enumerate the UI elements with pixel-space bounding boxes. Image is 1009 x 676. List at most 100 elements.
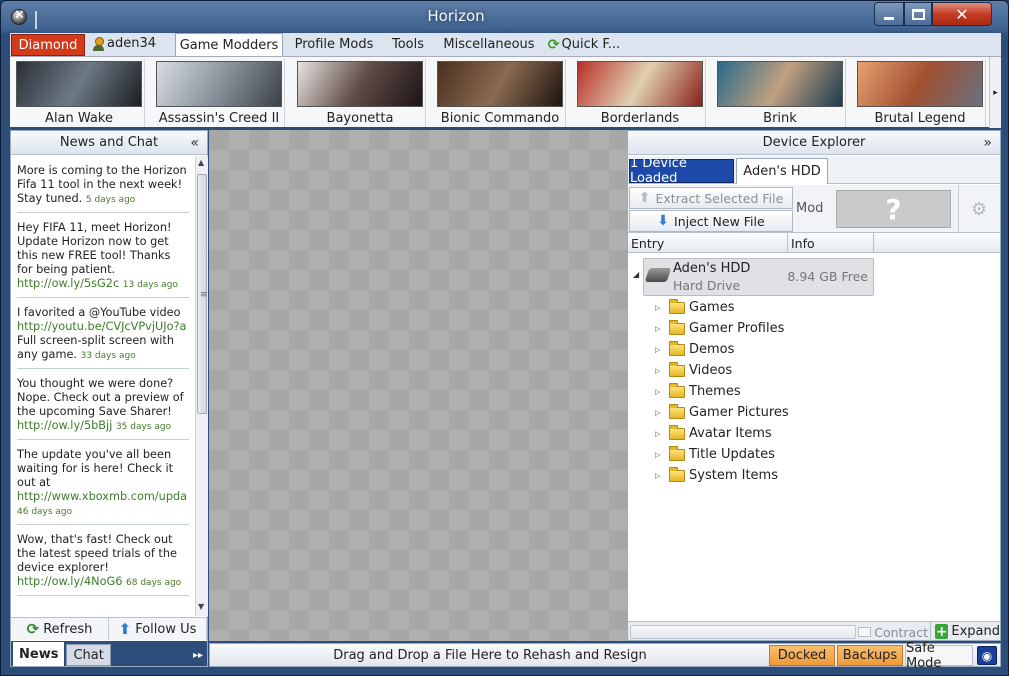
safe-mode-button[interactable]: Safe Mode: [905, 641, 973, 671]
game-tile[interactable]: Borderlands: [574, 59, 706, 127]
tab-profile-mods[interactable]: Profile Mods: [288, 33, 380, 56]
expand-triangle-icon[interactable]: ▷: [655, 304, 669, 312]
expand-button[interactable]: + Expand: [930, 622, 1000, 641]
tab-tools[interactable]: Tools: [383, 33, 433, 56]
expand-triangle-icon[interactable]: ▷: [655, 472, 669, 480]
collapse-right-icon[interactable]: »: [983, 135, 992, 151]
gear-icon[interactable]: ⚙: [971, 199, 987, 220]
tab-device-hdd[interactable]: Aden's HDD: [736, 158, 828, 184]
close-button[interactable]: ✕: [932, 2, 992, 26]
game-strip: Alan Wake Assassin's Creed II Bayonetta …: [10, 56, 1001, 128]
collapse-triangle-icon[interactable]: ◢: [633, 270, 639, 279]
file-drop-area[interactable]: [209, 130, 627, 641]
column-entry[interactable]: Entry: [628, 233, 788, 253]
column-info[interactable]: Info: [788, 233, 874, 253]
tab-news[interactable]: News: [13, 642, 65, 666]
extract-file-button[interactable]: ⬆ Extract Selected File: [629, 187, 793, 209]
game-thumbnail: [16, 61, 142, 107]
hard-drive-icon: [644, 268, 672, 282]
collapse-left-icon[interactable]: «: [190, 135, 199, 151]
news-item: I favorited a @YouTube video http://yout…: [17, 298, 189, 369]
folder-label: Avatar Items: [689, 426, 772, 441]
mod-label: Mod: [796, 201, 824, 216]
tree-root-hdd[interactable]: Aden's HDD Hard Drive 8.94 GB Free: [643, 258, 874, 296]
game-tile[interactable]: Brink: [714, 59, 846, 127]
news-text: Hey FIFA 11, meet Horizon! Update Horizo…: [17, 221, 172, 276]
maximize-button[interactable]: [904, 2, 932, 26]
horizontal-scrollbar[interactable]: [630, 625, 856, 639]
folder-icon: [669, 361, 685, 377]
title-bar[interactable]: Horizon ✕: [1, 1, 1008, 31]
expand-triangle-icon[interactable]: ▷: [655, 367, 669, 375]
news-feed[interactable]: More is coming to the Horizon Fifa 11 to…: [11, 156, 195, 616]
extract-label: Extract Selected File: [655, 190, 784, 206]
shield-icon[interactable]: ◉: [977, 646, 997, 665]
game-tile[interactable]: Bayonetta: [294, 59, 426, 127]
news-text: You thought we were done? Nope. Check ou…: [17, 377, 184, 418]
tree-folder[interactable]: ▷ Avatar Items: [655, 423, 772, 444]
expand-triangle-icon[interactable]: ▷: [655, 325, 669, 333]
news-text: Wow, that's fast! Check out the latest s…: [17, 533, 177, 574]
expand-triangle-icon[interactable]: ▷: [655, 409, 669, 417]
device-panel-header: Device Explorer »: [628, 131, 1000, 155]
user-info[interactable]: aden34: [92, 36, 156, 51]
contract-button[interactable]: Contract: [858, 623, 928, 641]
refresh-button[interactable]: ⟳ Refresh: [11, 618, 109, 640]
expand-triangle-icon[interactable]: ▷: [655, 451, 669, 459]
hdd-free-space: 8.94 GB Free: [787, 269, 868, 284]
news-age: 13 days ago: [122, 280, 178, 290]
folder-label: Games: [689, 300, 735, 315]
scroll-down-icon[interactable]: ▼: [198, 602, 204, 611]
tab-quick-functions[interactable]: ⟳ Quick F...: [546, 33, 622, 56]
expand-triangle-icon[interactable]: ▷: [655, 388, 669, 396]
news-link[interactable]: http://www.xboxmb.com/upda: [17, 490, 187, 503]
game-thumbnail: [717, 61, 843, 107]
game-label: Brink: [763, 111, 797, 126]
game-thumbnail: [437, 61, 563, 107]
expand-triangle-icon[interactable]: ▷: [655, 346, 669, 354]
tab-game-modders[interactable]: Game Modders: [175, 33, 283, 57]
refresh-icon: ⟳: [547, 36, 560, 53]
follow-us-button[interactable]: ⬆ Follow Us: [109, 618, 207, 640]
folder-icon: [669, 466, 685, 482]
game-tile[interactable]: Brutal Legend: [854, 59, 986, 127]
folder-label: Gamer Pictures: [689, 405, 789, 420]
tree-folder[interactable]: ▷ Gamer Pictures: [655, 402, 789, 423]
game-label: Alan Wake: [45, 111, 113, 126]
device-tabs: 1 Device Loaded Aden's HDD: [628, 156, 1000, 186]
backups-button[interactable]: Backups: [837, 645, 903, 666]
minimize-button[interactable]: [874, 2, 904, 26]
tree-folder[interactable]: ▷ Themes: [655, 381, 741, 402]
tree-folder[interactable]: ▷ Games: [655, 297, 734, 318]
tree-folder[interactable]: ▷ Title Updates: [655, 444, 775, 465]
news-link[interactable]: http://ow.ly/4NoG6: [17, 575, 122, 588]
inject-file-button[interactable]: ⬇ Inject New File: [629, 210, 793, 232]
docked-button[interactable]: Docked: [769, 645, 835, 666]
news-link[interactable]: http://youtu.be/CVJcVPvjUJo?a: [17, 320, 186, 333]
game-strip-scroll-right[interactable]: ▸: [989, 57, 1001, 128]
game-label: Bayonetta: [326, 111, 394, 126]
tree-folder[interactable]: ▷ Demos: [655, 339, 734, 360]
account-tier-badge[interactable]: Diamond: [11, 34, 85, 56]
news-scroll-thumb[interactable]: ≡: [197, 174, 208, 414]
folder-icon: [669, 382, 685, 398]
game-tile[interactable]: Assassin's Creed II: [153, 59, 285, 127]
game-label: Brutal Legend: [874, 111, 966, 126]
hdd-type: Hard Drive: [673, 278, 741, 293]
game-tile[interactable]: Alan Wake: [13, 59, 145, 127]
tree-folder[interactable]: ▷ Videos: [655, 360, 732, 381]
news-scrollbar[interactable]: ▲ ≡ ▼: [195, 156, 208, 616]
news-link[interactable]: http://ow.ly/5bBjj: [17, 419, 112, 432]
tree-folder[interactable]: ▷ System Items: [655, 465, 778, 486]
news-age: 33 days ago: [80, 351, 136, 361]
tab-chat[interactable]: Chat: [66, 644, 111, 666]
news-link[interactable]: http://ow.ly/5sG2c: [17, 277, 119, 290]
scroll-up-icon[interactable]: ▲: [198, 158, 204, 167]
news-panel-title: News and Chat: [59, 135, 159, 150]
tree-folder[interactable]: ▷ Gamer Profiles: [655, 318, 784, 339]
more-tabs-icon[interactable]: ▸▸: [193, 650, 203, 666]
game-tile[interactable]: Bionic Commando: [434, 59, 566, 127]
tab-miscellaneous[interactable]: Miscellaneous: [438, 33, 540, 56]
expand-triangle-icon[interactable]: ▷: [655, 430, 669, 438]
mod-preview[interactable]: ?: [836, 190, 951, 228]
